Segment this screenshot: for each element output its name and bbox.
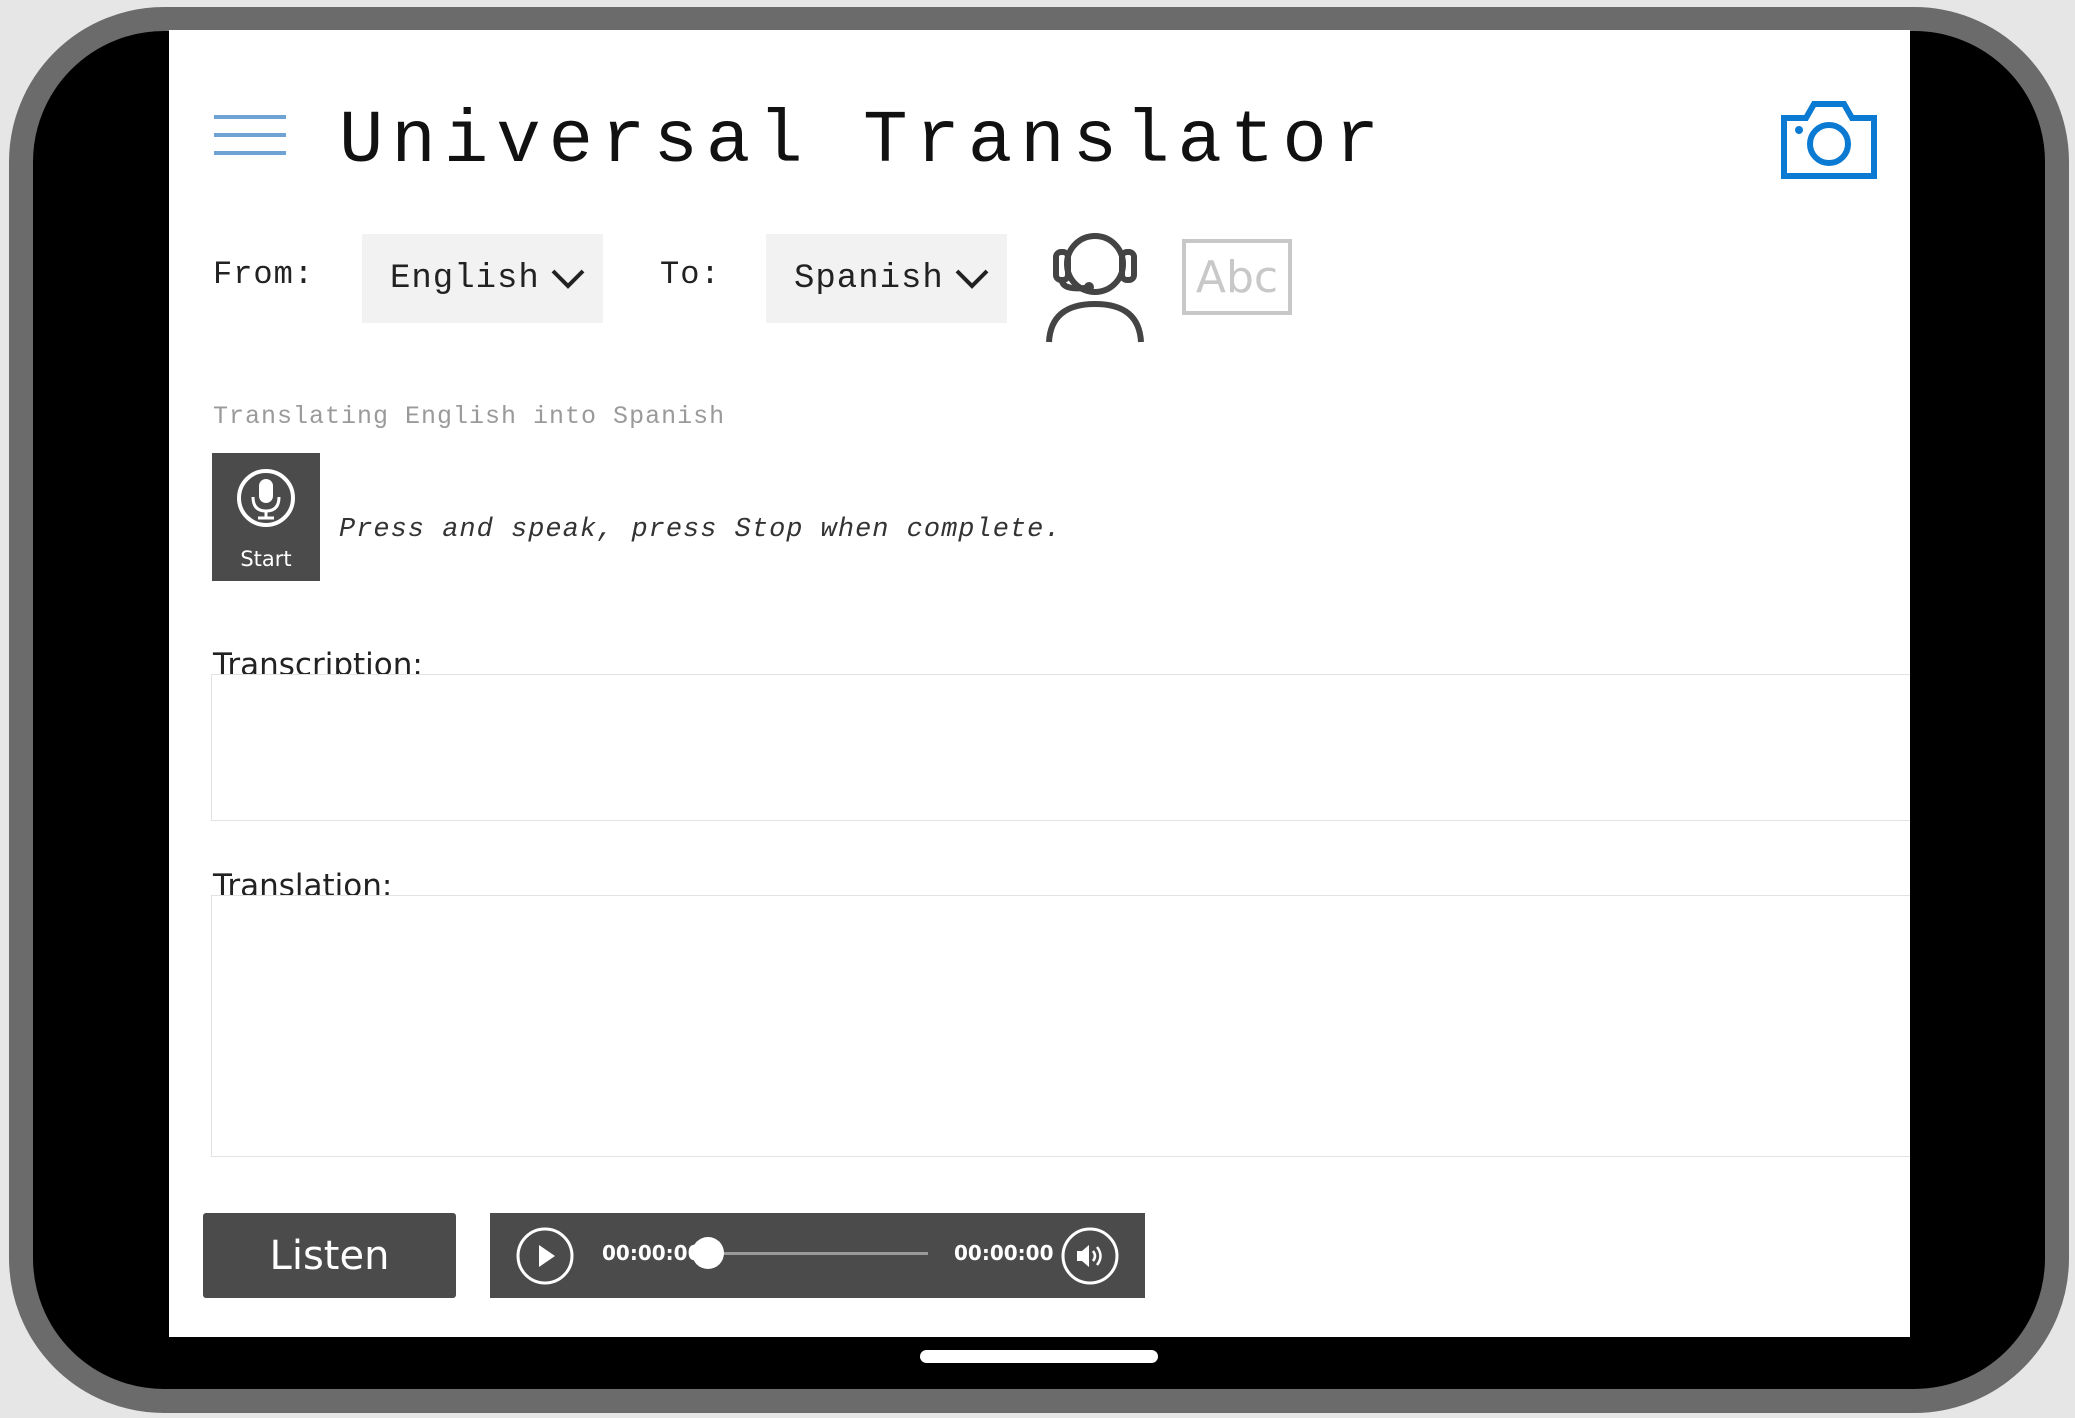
app-title: Universal Translator (339, 100, 1388, 184)
microphone-icon (237, 469, 295, 527)
from-language-value: English (390, 259, 540, 298)
chevron-down-icon (551, 269, 585, 289)
recording-instruction: Press and speak, press Stop when complet… (339, 515, 1062, 545)
volume-icon[interactable] (1060, 1226, 1120, 1286)
camera-icon[interactable] (1780, 96, 1878, 180)
audio-player: 00:00:00 00:00:00 (490, 1213, 1145, 1298)
seek-thumb[interactable] (692, 1237, 724, 1269)
seek-bar[interactable] (692, 1237, 928, 1269)
play-icon[interactable] (515, 1226, 575, 1286)
total-time: 00:00:00 (954, 1241, 1054, 1265)
headset-person-icon[interactable] (1045, 224, 1149, 346)
app-screen: Universal Translator From: English To: S… (169, 30, 1910, 1337)
status-text: Translating English into Spanish (213, 402, 726, 431)
home-indicator[interactable] (920, 1350, 1158, 1363)
from-language-select[interactable]: English (362, 234, 603, 323)
to-label: To: (660, 256, 721, 293)
start-button-label: Start (240, 547, 292, 571)
listen-button[interactable]: Listen (203, 1213, 456, 1298)
transcription-textbox[interactable] (211, 674, 1910, 821)
to-language-value: Spanish (794, 259, 944, 298)
from-label: From: (213, 256, 315, 293)
to-language-select[interactable]: Spanish (766, 234, 1007, 323)
start-recording-button[interactable]: Start (212, 453, 320, 581)
hamburger-menu-icon[interactable] (214, 115, 286, 159)
current-time: 00:00:00 (602, 1241, 702, 1265)
translation-textbox[interactable] (211, 895, 1910, 1157)
abc-text-icon[interactable]: Abc (1182, 239, 1292, 315)
chevron-down-icon (955, 269, 989, 289)
